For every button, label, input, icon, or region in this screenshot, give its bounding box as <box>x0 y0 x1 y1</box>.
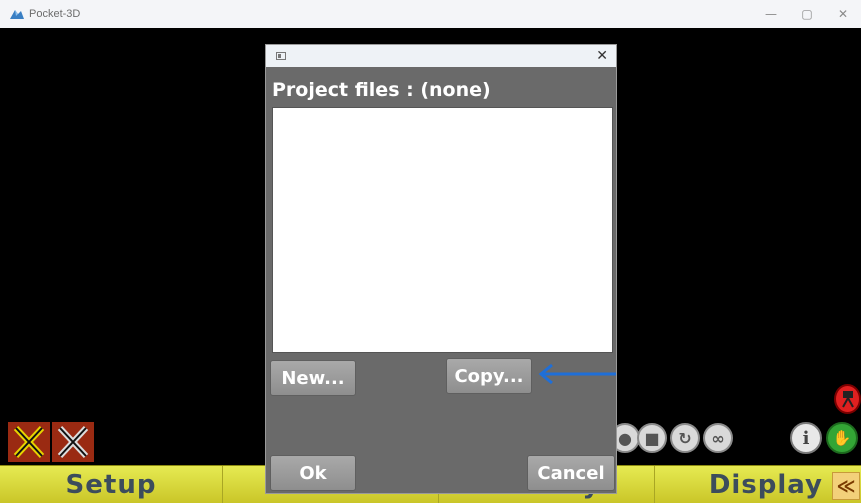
tab-setup-label: Setup <box>65 470 157 500</box>
new-button[interactable]: New... <box>270 360 356 396</box>
pocket-3d-icon <box>8 7 26 21</box>
project-files-heading: Project files : (none) <box>272 79 491 101</box>
tab-display-label: Display <box>708 470 823 500</box>
hand-icon[interactable]: ✋ <box>826 422 858 454</box>
close-button[interactable]: ✕ <box>825 0 861 28</box>
project-file-list[interactable] <box>272 107 613 353</box>
app-window: Pocket-3D — ▢ ✕ ● ■ ↻ ∞ i ✋ Setup Displa… <box>0 0 861 503</box>
info-icon[interactable]: i <box>790 422 822 454</box>
cross-tool-button-2[interactable] <box>52 422 94 462</box>
square-icon[interactable]: ■ <box>637 423 667 453</box>
tab-display[interactable]: Display <box>655 466 831 503</box>
dialog-close-button[interactable]: ✕ <box>596 47 608 65</box>
ok-button[interactable]: Ok <box>270 455 356 491</box>
arrow-left-icon[interactable]: ≪ <box>832 472 860 500</box>
window-title: Pocket-3D <box>29 8 81 20</box>
tool-icon-group <box>8 422 94 462</box>
copy-button[interactable]: Copy... <box>446 358 532 394</box>
cancel-button[interactable]: Cancel <box>527 455 615 491</box>
infinity-icon[interactable]: ∞ <box>703 423 733 453</box>
window-controls: — ▢ ✕ <box>753 0 861 28</box>
cross-tool-button[interactable] <box>8 422 50 462</box>
tab-setup[interactable]: Setup <box>0 466 223 503</box>
rotate-icon[interactable]: ↻ <box>670 423 700 453</box>
tripod-icon[interactable] <box>834 384 861 414</box>
window-titlebar: Pocket-3D — ▢ ✕ <box>0 0 861 28</box>
dialog-titlebar: ✕ <box>266 45 616 67</box>
project-files-dialog: ✕ Project files : (none) New... Copy... … <box>265 44 617 494</box>
maximize-button[interactable]: ▢ <box>789 0 825 28</box>
window-icon <box>276 52 286 60</box>
minimize-button[interactable]: — <box>753 0 789 28</box>
arrow-annotation-icon <box>538 363 616 385</box>
